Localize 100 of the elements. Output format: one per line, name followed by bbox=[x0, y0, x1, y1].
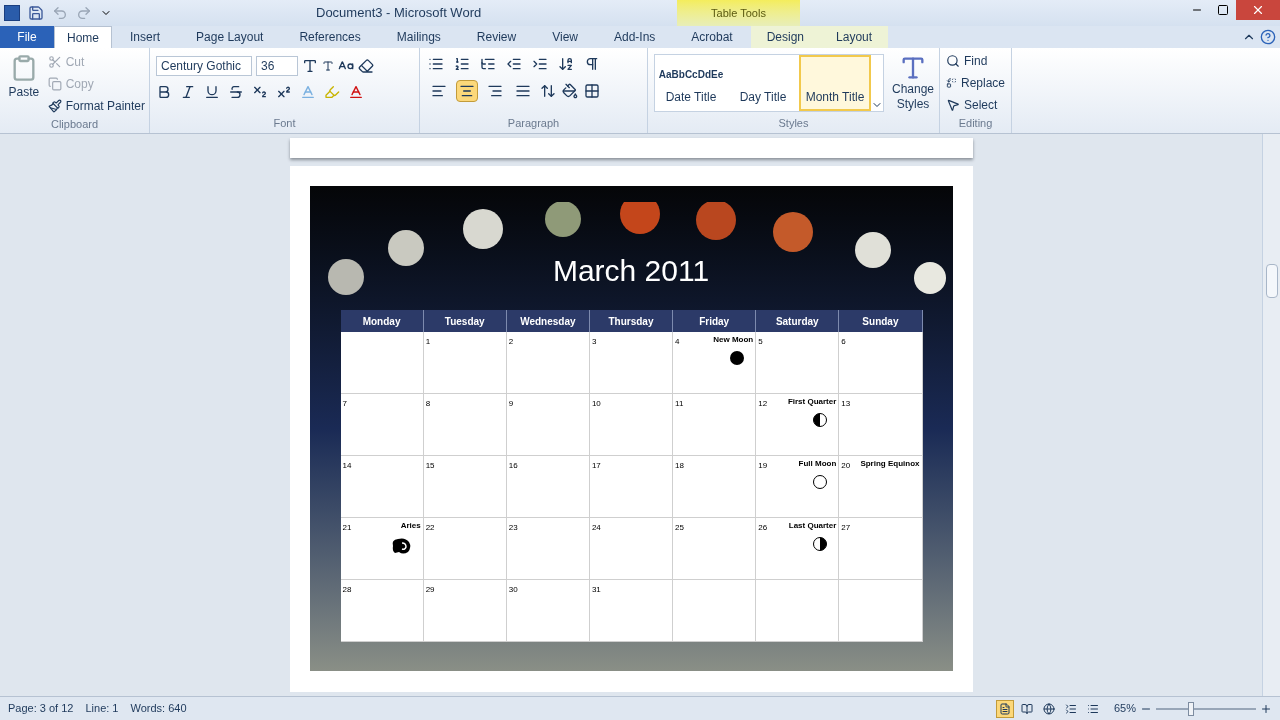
group-label: Styles bbox=[777, 115, 810, 131]
zoom-slider-track[interactable] bbox=[1156, 701, 1256, 716]
group-label: Editing bbox=[957, 115, 994, 131]
half-moon-icon bbox=[812, 536, 829, 552]
page-count[interactable]: Page: 3 of 12 bbox=[8, 700, 74, 717]
day-number: 19 bbox=[758, 460, 768, 472]
font-color-icon[interactable] bbox=[348, 84, 364, 100]
group-label: Clipboard bbox=[49, 117, 100, 132]
decrease-indent-icon[interactable] bbox=[506, 56, 522, 72]
change-styles-button[interactable]: Change Styles bbox=[892, 54, 935, 113]
align-icon bbox=[487, 83, 503, 99]
font-name-field[interactable]: Century Gothic bbox=[156, 56, 252, 76]
bold-icon[interactable] bbox=[156, 84, 172, 100]
event-label: Last Quarter bbox=[788, 522, 837, 530]
sort-icon[interactable] bbox=[558, 56, 574, 72]
ribbon-tab[interactable]: Design bbox=[750, 26, 821, 48]
group-label: Paragraph bbox=[506, 115, 561, 131]
paste-button[interactable]: Paste bbox=[4, 52, 44, 100]
help-icon[interactable] bbox=[1260, 29, 1276, 45]
ribbon-tab[interactable]: Mailings bbox=[378, 26, 459, 48]
grow-font-icon[interactable] bbox=[302, 58, 318, 74]
ribbon-tab[interactable]: Layout bbox=[820, 26, 889, 48]
numbering-icon[interactable] bbox=[454, 56, 470, 72]
subscript-icon[interactable] bbox=[252, 84, 268, 100]
day-number: 24 bbox=[591, 522, 601, 534]
day-number: 16 bbox=[508, 460, 518, 472]
editing-item[interactable]: Replace bbox=[946, 74, 1005, 92]
day-number: 20 bbox=[841, 460, 851, 472]
align-button[interactable] bbox=[456, 80, 478, 102]
cut-icon bbox=[47, 55, 62, 69]
editing-item[interactable]: Select bbox=[946, 96, 1005, 114]
ribbon-tab[interactable]: Insert bbox=[112, 26, 179, 48]
search-icon bbox=[946, 54, 960, 68]
close-icon bbox=[1251, 3, 1265, 17]
zoom-slider-thumb[interactable] bbox=[1188, 701, 1194, 716]
view-icon bbox=[1086, 702, 1099, 715]
restore-icon bbox=[1217, 4, 1229, 16]
ribbon-tab[interactable]: Page Layout bbox=[178, 26, 282, 48]
full-moon-icon bbox=[812, 474, 829, 490]
line-number[interactable]: Line: 1 bbox=[85, 700, 119, 717]
editing-item[interactable]: Find bbox=[946, 52, 1005, 70]
event-label: New Moon bbox=[713, 336, 754, 344]
day-number: 29 bbox=[425, 584, 435, 596]
day-header: Friday bbox=[673, 310, 757, 332]
day-number: 17 bbox=[591, 460, 601, 472]
bullets-icon[interactable] bbox=[428, 56, 444, 72]
multilevel-list-icon[interactable] bbox=[480, 56, 496, 72]
window-title: Document3 - Microsoft Word bbox=[316, 4, 482, 23]
ribbon-tab[interactable]: References bbox=[281, 26, 379, 48]
increase-indent-icon[interactable] bbox=[532, 56, 548, 72]
clear-formatting-icon[interactable] bbox=[358, 58, 374, 74]
zoom-in-icon[interactable] bbox=[1260, 702, 1272, 715]
day-header: Wednesday bbox=[506, 310, 590, 332]
view-button[interactable] bbox=[995, 699, 1014, 718]
day-number: 25 bbox=[675, 522, 684, 534]
clipboard-item[interactable]: Format Painter bbox=[47, 96, 145, 116]
shrink-font-icon[interactable] bbox=[322, 60, 334, 72]
event-label: Aries bbox=[400, 522, 421, 530]
ribbon-tab[interactable]: File bbox=[0, 26, 54, 48]
day-number: 26 bbox=[758, 522, 768, 534]
zoom-percent[interactable]: 65% bbox=[1113, 700, 1136, 717]
event-label: Spring Equinox bbox=[860, 460, 920, 468]
day-number: 6 bbox=[841, 336, 846, 348]
borders-icon[interactable] bbox=[584, 83, 600, 99]
underline-icon[interactable] bbox=[204, 84, 220, 100]
vertical-scrollbar[interactable] bbox=[1262, 134, 1280, 696]
scroll-thumb[interactable] bbox=[1265, 264, 1278, 298]
day-number: 8 bbox=[425, 398, 431, 410]
word-count[interactable]: Words: 640 bbox=[130, 700, 187, 717]
day-number: 2 bbox=[508, 336, 514, 348]
day-number: 5 bbox=[758, 336, 763, 348]
day-header: Tuesday bbox=[423, 310, 507, 332]
style-item[interactable]: Day Title bbox=[727, 55, 799, 112]
ribbon-tab[interactable]: Acrobat bbox=[673, 26, 751, 48]
superscript-icon[interactable] bbox=[276, 84, 292, 100]
event-label: First Quarter bbox=[787, 398, 837, 406]
pilcrow-icon[interactable] bbox=[584, 56, 600, 72]
strikethrough-icon[interactable] bbox=[228, 84, 244, 100]
ribbon-tab[interactable]: Home bbox=[54, 26, 112, 48]
font-size-field[interactable]: 36 bbox=[256, 56, 298, 76]
ribbon-tab[interactable]: Add-Ins bbox=[595, 26, 674, 48]
day-number: 18 bbox=[675, 460, 684, 472]
contextual-tab-group: Table Tools bbox=[677, 0, 800, 26]
day-header: Sunday bbox=[839, 310, 923, 332]
pointer-icon bbox=[946, 98, 960, 112]
view-icon bbox=[1064, 702, 1077, 715]
ribbon-tab[interactable]: View bbox=[534, 26, 596, 48]
day-number: 4 bbox=[675, 336, 680, 348]
shading-icon[interactable] bbox=[562, 83, 578, 99]
day-number: 15 bbox=[425, 460, 435, 472]
day-number: 11 bbox=[675, 398, 684, 410]
italic-icon[interactable] bbox=[180, 84, 196, 100]
day-number: 9 bbox=[508, 398, 514, 410]
day-number: 14 bbox=[342, 460, 352, 472]
style-item[interactable]: Month Title bbox=[799, 55, 871, 112]
day-number: 7 bbox=[342, 398, 347, 410]
ribbon-tab[interactable]: Review bbox=[458, 26, 535, 48]
save-icon[interactable] bbox=[28, 5, 44, 21]
line-spacing-icon[interactable] bbox=[540, 83, 556, 99]
style-item[interactable]: AaBbCcDdEe Date Title bbox=[655, 55, 727, 112]
